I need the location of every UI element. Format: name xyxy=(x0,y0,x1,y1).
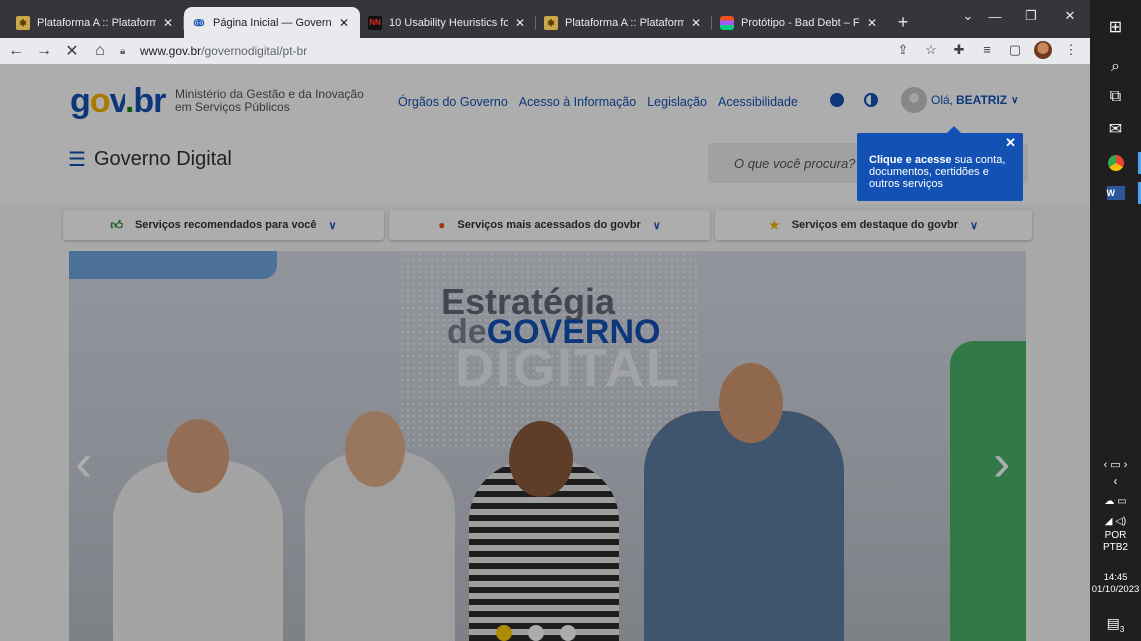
browser-tab-strip: ✱ Plataforma A :: Plataforma ✕ ↂ Página … xyxy=(0,0,1090,38)
lock-icon: 🔒︎ xyxy=(120,45,126,57)
web-page: gov.br Ministério da Gestão e da Inovaçã… xyxy=(0,64,1090,641)
home-icon[interactable]: ⌂ xyxy=(88,39,112,63)
close-window-button[interactable]: ✕ xyxy=(1050,0,1090,32)
forward-arrow-icon[interactable]: → xyxy=(32,39,56,63)
new-tab-button[interactable]: + xyxy=(888,7,918,38)
extensions-puzzle-icon[interactable]: ✚ xyxy=(950,41,968,59)
profile-avatar[interactable] xyxy=(1034,41,1052,59)
close-tab-icon[interactable]: ✕ xyxy=(336,16,352,30)
tab-title: Página Inicial — Governo xyxy=(213,16,332,29)
tab-prototipo-figma[interactable]: Protótipo - Bad Debt – Fig ✕ xyxy=(712,7,888,38)
login-tooltip: ✕ Clique e acesse sua conta, documentos,… xyxy=(857,126,1023,201)
bookmark-star-icon[interactable]: ☆ xyxy=(922,41,940,59)
gov-crest-icon: ✱ xyxy=(544,15,558,30)
close-tab-icon[interactable]: ✕ xyxy=(864,16,880,30)
mail-icon[interactable]: ✉ xyxy=(1090,114,1141,144)
close-tab-icon[interactable]: ✕ xyxy=(160,16,176,30)
wifi-volume-icons[interactable]: ◢ ◁) xyxy=(1090,516,1141,527)
system-clock[interactable]: 14:45 01/10/2023 xyxy=(1090,572,1141,596)
windows-start-icon[interactable]: ⊞ xyxy=(1090,12,1141,42)
notification-center-icon[interactable]: ▤3 xyxy=(1090,615,1141,634)
more-menu-icon[interactable]: ⋮ xyxy=(1062,41,1080,59)
stop-loading-icon[interactable]: ✕ xyxy=(60,39,84,63)
url-domain: www.gov.br xyxy=(140,44,202,58)
tab-plataforma-a-1[interactable]: ✱ Plataforma A :: Plataforma ✕ xyxy=(8,7,184,38)
tab-title: 10 Usability Heuristics for xyxy=(389,16,508,29)
minimize-button[interactable]: — xyxy=(975,0,1015,32)
task-view-icon[interactable]: ⧉ xyxy=(1090,82,1141,112)
close-tab-icon[interactable]: ✕ xyxy=(512,16,528,30)
tab-title: Protótipo - Bad Debt – Fig xyxy=(741,16,860,29)
chrome-taskbar-icon[interactable] xyxy=(1090,148,1141,178)
reading-list-icon[interactable]: ≡ xyxy=(978,41,996,59)
url-path: /governodigital/pt-br xyxy=(201,44,308,58)
search-icon[interactable]: ⌕ xyxy=(1090,52,1141,82)
close-tab-icon[interactable]: ✕ xyxy=(688,16,704,30)
onedrive-battery-icons[interactable]: ☁ ▭ xyxy=(1090,496,1141,507)
tab-plataforma-a-2[interactable]: ✱ Plataforma A :: Plataforma ✕ xyxy=(536,7,712,38)
close-icon[interactable]: ✕ xyxy=(1005,136,1016,149)
tab-title: Plataforma A :: Plataforma xyxy=(565,16,684,29)
gov-crest-icon: ✱ xyxy=(16,15,30,30)
restore-button[interactable]: ❐ xyxy=(1011,0,1051,32)
input-language-indicator[interactable]: POR PTB2 xyxy=(1090,530,1141,554)
figma-icon xyxy=(720,15,734,30)
browser-toolbar: ← → ✕ ⌂ 🔒︎ www.gov.br/governodigital/pt-… xyxy=(0,38,1090,64)
back-arrow-icon[interactable]: ← xyxy=(4,39,28,63)
tab-pagina-inicial[interactable]: ↂ Página Inicial — Governo ✕ xyxy=(184,7,360,38)
tab-title: Plataforma A :: Plataforma xyxy=(37,16,156,29)
tab-usability-heuristics[interactable]: NN 10 Usability Heuristics for ✕ xyxy=(360,7,536,38)
word-taskbar-icon[interactable]: W xyxy=(1090,178,1141,208)
windows-taskbar: ⊞ ⌕ ⧉ ✉ W ‹ ▭ › ‹ ☁ ▭ ◢ ◁) POR PTB2 14:4… xyxy=(1090,0,1141,641)
gov-icon: ↂ xyxy=(193,17,205,28)
share-icon[interactable]: ⇪ xyxy=(894,41,912,59)
notification-count: 3 xyxy=(1119,624,1125,634)
side-panel-icon[interactable]: ▢ xyxy=(1006,41,1024,59)
nn-icon: NN xyxy=(368,15,382,30)
tray-scroll-arrows[interactable]: ‹ ▭ › xyxy=(1090,458,1141,471)
show-hidden-icons-chevron[interactable]: ‹ xyxy=(1090,474,1141,488)
address-bar[interactable]: 🔒︎ www.gov.br/governodigital/pt-br xyxy=(112,41,912,61)
